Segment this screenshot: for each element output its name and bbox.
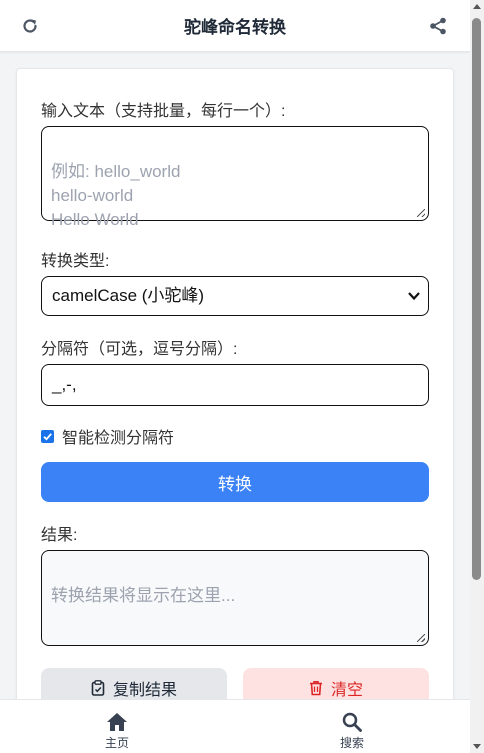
separator-input[interactable]: _,-, xyxy=(41,364,429,406)
convert-type-label: 转换类型: xyxy=(41,253,110,270)
scroll-down-arrow-icon[interactable] xyxy=(473,744,481,749)
convert-type-selected: camelCase (小驼峰) xyxy=(52,286,205,305)
nav-item-home[interactable]: 主页 xyxy=(87,712,147,751)
input-placeholder: 例如: hello_world hello-world Hello World xyxy=(51,162,181,229)
smart-detect-checkbox[interactable] xyxy=(41,429,54,443)
scrollbar[interactable] xyxy=(470,0,484,753)
copy-result-label: 复制结果 xyxy=(112,682,177,699)
nav-item-search[interactable]: 搜索 xyxy=(322,712,382,751)
separator-label: 分隔符（可选，逗号分隔）: xyxy=(41,341,238,358)
home-icon xyxy=(107,713,127,731)
nav-item-label: 主页 xyxy=(104,736,129,750)
convert-button[interactable]: 转换 xyxy=(41,462,429,502)
input-textarea[interactable]: 例如: hello_world hello-world Hello World xyxy=(41,126,429,229)
clear-label: 清空 xyxy=(330,682,363,699)
bottom-nav: 主页 搜索 xyxy=(0,699,470,753)
chevron-down-icon xyxy=(408,292,420,301)
result-placeholder: 转换结果将显示在这里... xyxy=(51,586,236,605)
smart-detect-row[interactable]: 智能检测分隔符 xyxy=(41,426,175,447)
converter-card: 输入文本（支持批量，每行一个）: 例如: hello_world hello-w… xyxy=(16,68,454,728)
nav-item-label: 搜索 xyxy=(339,736,364,750)
convert-type-select[interactable]: camelCase (小驼峰) xyxy=(41,276,429,316)
top-app-bar: 驼峰命名转换 xyxy=(0,0,470,52)
scroll-up-arrow-icon[interactable] xyxy=(473,4,481,9)
checkmark-icon xyxy=(43,432,52,441)
share-icon[interactable] xyxy=(428,16,448,36)
clipboard-icon xyxy=(91,680,105,696)
resize-grip-icon[interactable] xyxy=(417,209,425,217)
result-textarea[interactable]: 转换结果将显示在这里... xyxy=(41,550,429,646)
smart-detect-label: 智能检测分隔符 xyxy=(62,430,175,447)
scroll-thumb[interactable] xyxy=(472,18,481,580)
resize-grip-icon[interactable] xyxy=(417,634,425,642)
page-title: 驼峰命名转换 xyxy=(184,18,286,37)
search-icon xyxy=(342,712,362,732)
input-label: 输入文本（支持批量，每行一个）: xyxy=(41,103,286,120)
trash-icon xyxy=(309,681,322,696)
separator-value: _,-, xyxy=(52,375,77,394)
refresh-icon[interactable] xyxy=(20,16,40,36)
result-label: 结果: xyxy=(41,527,78,544)
